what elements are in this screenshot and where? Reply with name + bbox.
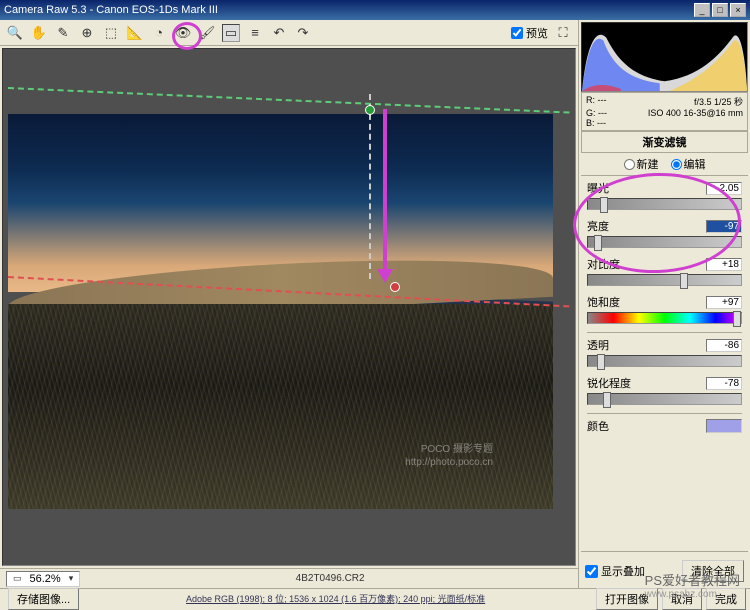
slider-clarity: 透明-86 bbox=[587, 337, 742, 367]
toolbar: 🔍 ✋ ✎ ⊕ ⬚ 📐 ◔ 👁 🖌 ▭ ≡ ↶ ↷ 预览 ⛶ bbox=[0, 20, 578, 46]
gradient-center-line[interactable] bbox=[369, 94, 371, 279]
slider-exposure: 曝光-2.05 bbox=[587, 180, 742, 210]
minimize-button[interactable]: _ bbox=[694, 3, 710, 17]
straighten-icon[interactable]: 📐 bbox=[126, 24, 144, 42]
rotate-cw-icon[interactable]: ↷ bbox=[294, 24, 312, 42]
slider-brightness: 亮度-97 bbox=[587, 218, 742, 248]
graduated-filter-icon[interactable]: ▭ bbox=[222, 24, 240, 42]
annotation-arrow bbox=[383, 109, 387, 279]
titlebar: Camera Raw 5.3 - Canon EOS-1Ds Mark III … bbox=[0, 0, 750, 20]
slider-contrast: 对比度+18 bbox=[587, 256, 742, 286]
color-swatch[interactable] bbox=[706, 419, 742, 433]
photo: POCO 摄影专题 http://photo.poco.cn bbox=[8, 114, 553, 509]
footer: 存储图像... Adobe RGB (1998); 8 位; 1536 x 10… bbox=[0, 588, 750, 608]
slider-sharpness: 锐化程度-78 bbox=[587, 375, 742, 405]
mode-new[interactable]: 新建 bbox=[624, 156, 659, 172]
eyedropper-icon[interactable]: ✎ bbox=[54, 24, 72, 42]
info-readout: R: --- f/3.5 1/25 秒 G: --- ISO 400 16-35… bbox=[581, 92, 748, 131]
contrast-slider[interactable] bbox=[587, 274, 742, 286]
spot-removal-icon[interactable]: ◔ bbox=[150, 24, 168, 42]
preview-area[interactable]: POCO 摄影专题 http://photo.poco.cn bbox=[2, 48, 576, 566]
clarity-slider[interactable] bbox=[587, 355, 742, 367]
zoom-control[interactable]: ▭ 56.2% ▾ bbox=[6, 571, 80, 587]
color-row: 颜色 bbox=[587, 418, 742, 434]
close-button[interactable]: × bbox=[730, 3, 746, 17]
slider-saturation: 饱和度+97 bbox=[587, 294, 742, 324]
sliders-panel: 曝光-2.05 亮度-97 对比度+18 饱和度+97 透明-86 锐化程度 bbox=[581, 176, 748, 547]
right-panel: R: --- f/3.5 1/25 秒 G: --- ISO 400 16-35… bbox=[578, 20, 750, 588]
window-title: Camera Raw 5.3 - Canon EOS-1Ds Mark III bbox=[4, 4, 694, 16]
zoom-out-icon[interactable]: ▭ bbox=[13, 573, 22, 584]
saturation-value[interactable]: +97 bbox=[706, 296, 742, 309]
window-buttons: _ □ × bbox=[694, 3, 746, 17]
zoom-dropdown-icon[interactable]: ▾ bbox=[69, 573, 74, 584]
zoom-tool-icon[interactable]: 🔍 bbox=[6, 24, 24, 42]
hand-tool-icon[interactable]: ✋ bbox=[30, 24, 48, 42]
external-watermark: PS爱好者教程网 www.psahz.com bbox=[645, 570, 740, 600]
fullscreen-icon[interactable]: ⛶ bbox=[554, 24, 572, 42]
redeye-icon[interactable]: 👁 bbox=[174, 24, 192, 42]
histogram[interactable] bbox=[581, 22, 748, 92]
preview-bottom-bar: ▭ 56.2% ▾ 4B2T0496.CR2 bbox=[0, 568, 578, 588]
workflow-info[interactable]: Adobe RGB (1998); 8 位; 1536 x 1024 (1.6 … bbox=[79, 592, 592, 605]
adjustment-brush-icon[interactable]: 🖌 bbox=[198, 24, 216, 42]
panel-title: 渐变滤镜 bbox=[581, 131, 748, 153]
color-sampler-icon[interactable]: ⊕ bbox=[78, 24, 96, 42]
saturation-slider[interactable] bbox=[587, 312, 742, 324]
gradient-line-top[interactable] bbox=[8, 87, 570, 114]
save-image-button[interactable]: 存储图像... bbox=[8, 588, 79, 610]
brightness-slider[interactable] bbox=[587, 236, 742, 248]
rotate-ccw-icon[interactable]: ↶ bbox=[270, 24, 288, 42]
preview-label: 预览 bbox=[526, 25, 548, 41]
gradient-handle-green[interactable] bbox=[365, 105, 375, 115]
preview-checkbox[interactable]: 预览 bbox=[511, 25, 548, 41]
preview-check[interactable] bbox=[511, 27, 523, 39]
prefs-icon[interactable]: ≡ bbox=[246, 24, 264, 42]
exposure-slider[interactable] bbox=[587, 198, 742, 210]
poco-watermark: POCO 摄影专题 http://photo.poco.cn bbox=[405, 443, 493, 469]
filename-label: 4B2T0496.CR2 bbox=[88, 573, 572, 584]
sharpness-value[interactable]: -78 bbox=[706, 377, 742, 390]
crop-tool-icon[interactable]: ⬚ bbox=[102, 24, 120, 42]
maximize-button[interactable]: □ bbox=[712, 3, 728, 17]
exposure-value[interactable]: -2.05 bbox=[706, 182, 742, 195]
clarity-value[interactable]: -86 bbox=[706, 339, 742, 352]
show-overlay-checkbox[interactable]: 显示叠加 bbox=[585, 563, 645, 579]
sharpness-slider[interactable] bbox=[587, 393, 742, 405]
mode-radios: 新建 编辑 bbox=[581, 153, 748, 176]
mode-edit[interactable]: 编辑 bbox=[671, 156, 706, 172]
zoom-value: 56.2% bbox=[30, 573, 61, 585]
brightness-value[interactable]: -97 bbox=[706, 220, 742, 233]
contrast-value[interactable]: +18 bbox=[706, 258, 742, 271]
